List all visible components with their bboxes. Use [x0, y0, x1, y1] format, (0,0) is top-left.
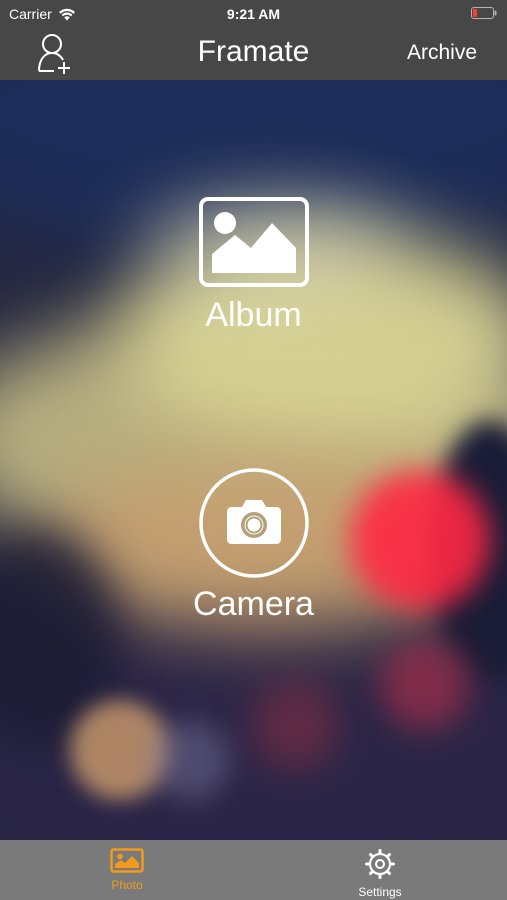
- tab-settings[interactable]: Settings: [320, 848, 440, 899]
- archive-button[interactable]: Archive: [407, 41, 477, 65]
- navigation-bar: Framate Archive: [0, 28, 507, 80]
- photo-icon: [110, 848, 144, 873]
- image-icon: [198, 197, 309, 287]
- album-button[interactable]: Album: [0, 196, 507, 335]
- blurred-background-image: [0, 80, 507, 840]
- status-bar: Carrier 9:21 AM: [0, 0, 507, 28]
- camera-icon: [198, 468, 309, 578]
- album-label: Album: [205, 296, 302, 334]
- app-screen: Carrier 9:21 AM Framate Archive Album Ca…: [0, 0, 507, 900]
- tab-bar: Photo Settings: [0, 840, 507, 900]
- camera-button[interactable]: Camera: [0, 467, 507, 624]
- tab-settings-label: Settings: [358, 885, 402, 899]
- battery-low-icon: [471, 7, 497, 19]
- gear-icon: [365, 849, 395, 879]
- tab-photo-label: Photo: [111, 878, 143, 892]
- tab-photo[interactable]: Photo: [67, 848, 187, 892]
- status-time: 9:21 AM: [226, 6, 281, 22]
- camera-label: Camera: [193, 585, 314, 623]
